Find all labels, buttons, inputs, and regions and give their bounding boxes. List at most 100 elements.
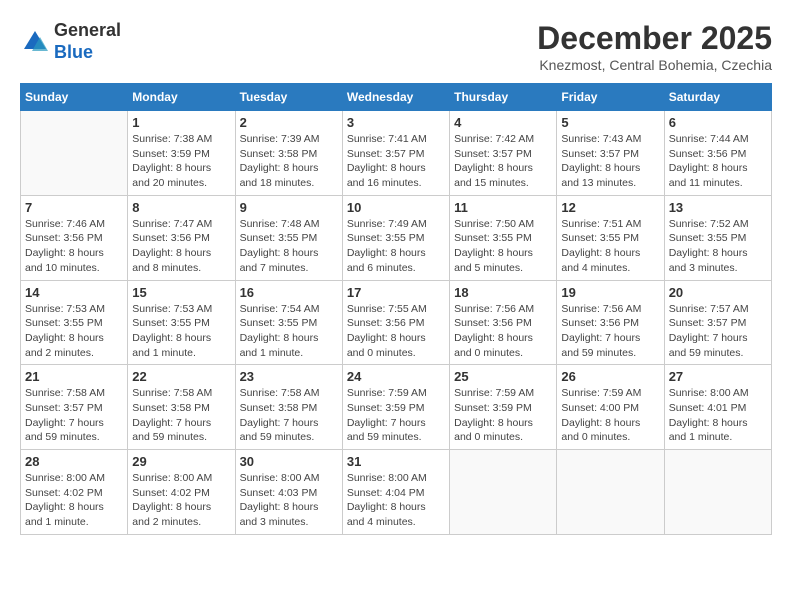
day-number: 19 xyxy=(561,285,659,300)
weekday-header-row: SundayMondayTuesdayWednesdayThursdayFrid… xyxy=(21,84,772,111)
day-number: 30 xyxy=(240,454,338,469)
calendar-cell: 13 Sunrise: 7:52 AMSunset: 3:55 PMDayligh… xyxy=(664,195,771,280)
day-number: 4 xyxy=(454,115,552,130)
day-info: Sunrise: 7:47 AMSunset: 3:56 PMDaylight:… xyxy=(132,217,230,276)
day-info: Sunrise: 8:00 AMSunset: 4:01 PMDaylight:… xyxy=(669,386,767,445)
calendar-cell: 29 Sunrise: 8:00 AMSunset: 4:02 PMDayligh… xyxy=(128,450,235,535)
calendar-cell: 25 Sunrise: 7:59 AMSunset: 3:59 PMDayligh… xyxy=(450,365,557,450)
calendar-cell: 16Sunrise: 7:54 AMSunset: 3:55 PMDayligh… xyxy=(235,280,342,365)
day-number: 7 xyxy=(25,200,123,215)
day-number: 8 xyxy=(132,200,230,215)
day-info: Sunrise: 7:50 AMSunset: 3:55 PMDaylight:… xyxy=(454,217,552,276)
day-number: 2 xyxy=(240,115,338,130)
weekday-header-wednesday: Wednesday xyxy=(342,84,449,111)
calendar-cell: 8 Sunrise: 7:47 AMSunset: 3:56 PMDaylight… xyxy=(128,195,235,280)
calendar-cell: 5 Sunrise: 7:43 AMSunset: 3:57 PMDaylight… xyxy=(557,111,664,196)
calendar-cell xyxy=(450,450,557,535)
calendar-cell: 20 Sunrise: 7:57 AMSunset: 3:57 PMDayligh… xyxy=(664,280,771,365)
calendar-cell xyxy=(664,450,771,535)
day-info: Sunrise: 7:46 AMSunset: 3:56 PMDaylight:… xyxy=(25,217,123,276)
week-row-4: 21 Sunrise: 7:58 AMSunset: 3:57 PMDayligh… xyxy=(21,365,772,450)
day-info: Sunrise: 7:51 AMSunset: 3:55 PMDaylight:… xyxy=(561,217,659,276)
calendar-cell: 14Sunrise: 7:53 AMSunset: 3:55 PMDayligh… xyxy=(21,280,128,365)
week-row-1: 1 Sunrise: 7:38 AMSunset: 3:59 PMDaylight… xyxy=(21,111,772,196)
day-info: Sunrise: 8:00 AMSunset: 4:02 PMDaylight:… xyxy=(25,471,123,530)
day-number: 25 xyxy=(454,369,552,384)
day-number: 24 xyxy=(347,369,445,384)
day-info: Sunrise: 7:43 AMSunset: 3:57 PMDaylight:… xyxy=(561,132,659,191)
weekday-header-sunday: Sunday xyxy=(21,84,128,111)
day-info: Sunrise: 7:59 AMSunset: 4:00 PMDaylight:… xyxy=(561,386,659,445)
day-number: 21 xyxy=(25,369,123,384)
day-number: 20 xyxy=(669,285,767,300)
week-row-5: 28 Sunrise: 8:00 AMSunset: 4:02 PMDayligh… xyxy=(21,450,772,535)
day-info: Sunrise: 7:56 AMSunset: 3:56 PMDaylight:… xyxy=(561,302,659,361)
day-info: Sunrise: 7:59 AMSunset: 3:59 PMDaylight:… xyxy=(454,386,552,445)
day-info: Sunrise: 8:00 AMSunset: 4:03 PMDaylight:… xyxy=(240,471,338,530)
weekday-header-tuesday: Tuesday xyxy=(235,84,342,111)
day-info: Sunrise: 7:58 AMSunset: 3:58 PMDaylight:… xyxy=(240,386,338,445)
day-number: 14 xyxy=(25,285,123,300)
day-number: 10 xyxy=(347,200,445,215)
day-number: 11 xyxy=(454,200,552,215)
logo-icon xyxy=(20,27,50,57)
day-number: 28 xyxy=(25,454,123,469)
calendar-cell: 24 Sunrise: 7:59 AMSunset: 3:59 PMDayligh… xyxy=(342,365,449,450)
day-info: Sunrise: 7:59 AMSunset: 3:59 PMDaylight:… xyxy=(347,386,445,445)
calendar-cell: 6 Sunrise: 7:44 AMSunset: 3:56 PMDaylight… xyxy=(664,111,771,196)
day-info: Sunrise: 8:00 AMSunset: 4:04 PMDaylight:… xyxy=(347,471,445,530)
day-number: 16 xyxy=(240,285,338,300)
day-info: Sunrise: 7:49 AMSunset: 3:55 PMDaylight:… xyxy=(347,217,445,276)
calendar-cell: 17Sunrise: 7:55 AMSunset: 3:56 PMDayligh… xyxy=(342,280,449,365)
calendar-cell: 3 Sunrise: 7:41 AMSunset: 3:57 PMDaylight… xyxy=(342,111,449,196)
day-info: Sunrise: 7:55 AMSunset: 3:56 PMDaylight:… xyxy=(347,302,445,361)
day-info: Sunrise: 7:52 AMSunset: 3:55 PMDaylight:… xyxy=(669,217,767,276)
day-number: 29 xyxy=(132,454,230,469)
calendar-cell: 12 Sunrise: 7:51 AMSunset: 3:55 PMDayligh… xyxy=(557,195,664,280)
weekday-header-saturday: Saturday xyxy=(664,84,771,111)
weekday-header-monday: Monday xyxy=(128,84,235,111)
title-block: December 2025 Knezmost, Central Bohemia,… xyxy=(537,20,772,73)
day-number: 1 xyxy=(132,115,230,130)
calendar-cell: 18Sunrise: 7:56 AMSunset: 3:56 PMDayligh… xyxy=(450,280,557,365)
calendar-cell: 28 Sunrise: 8:00 AMSunset: 4:02 PMDayligh… xyxy=(21,450,128,535)
calendar-cell: 19 Sunrise: 7:56 AMSunset: 3:56 PMDayligh… xyxy=(557,280,664,365)
logo: General Blue xyxy=(20,20,121,63)
day-number: 23 xyxy=(240,369,338,384)
day-number: 12 xyxy=(561,200,659,215)
week-row-2: 7 Sunrise: 7:46 AMSunset: 3:56 PMDaylight… xyxy=(21,195,772,280)
calendar-cell: 27 Sunrise: 8:00 AMSunset: 4:01 PMDayligh… xyxy=(664,365,771,450)
location: Knezmost, Central Bohemia, Czechia xyxy=(537,57,772,73)
day-info: Sunrise: 7:48 AMSunset: 3:55 PMDaylight:… xyxy=(240,217,338,276)
logo-general: General xyxy=(54,20,121,42)
calendar-cell: 30 Sunrise: 8:00 AMSunset: 4:03 PMDayligh… xyxy=(235,450,342,535)
calendar-cell: 1 Sunrise: 7:38 AMSunset: 3:59 PMDaylight… xyxy=(128,111,235,196)
calendar-cell: 10 Sunrise: 7:49 AMSunset: 3:55 PMDayligh… xyxy=(342,195,449,280)
day-info: Sunrise: 7:58 AMSunset: 3:57 PMDaylight:… xyxy=(25,386,123,445)
day-number: 27 xyxy=(669,369,767,384)
day-info: Sunrise: 7:56 AMSunset: 3:56 PMDaylight:… xyxy=(454,302,552,361)
day-info: Sunrise: 7:41 AMSunset: 3:57 PMDaylight:… xyxy=(347,132,445,191)
day-info: Sunrise: 8:00 AMSunset: 4:02 PMDaylight:… xyxy=(132,471,230,530)
calendar-cell: 2Sunrise: 7:39 AMSunset: 3:58 PMDaylight… xyxy=(235,111,342,196)
month-title: December 2025 xyxy=(537,20,772,57)
day-number: 26 xyxy=(561,369,659,384)
calendar-cell: 22 Sunrise: 7:58 AMSunset: 3:58 PMDayligh… xyxy=(128,365,235,450)
day-number: 31 xyxy=(347,454,445,469)
calendar-table: SundayMondayTuesdayWednesdayThursdayFrid… xyxy=(20,83,772,535)
day-number: 6 xyxy=(669,115,767,130)
day-info: Sunrise: 7:57 AMSunset: 3:57 PMDaylight:… xyxy=(669,302,767,361)
day-number: 22 xyxy=(132,369,230,384)
day-number: 13 xyxy=(669,200,767,215)
calendar-cell: 26 Sunrise: 7:59 AMSunset: 4:00 PMDayligh… xyxy=(557,365,664,450)
day-number: 5 xyxy=(561,115,659,130)
calendar-cell: 31 Sunrise: 8:00 AMSunset: 4:04 PMDayligh… xyxy=(342,450,449,535)
calendar-cell: 11 Sunrise: 7:50 AMSunset: 3:55 PMDayligh… xyxy=(450,195,557,280)
day-info: Sunrise: 7:58 AMSunset: 3:58 PMDaylight:… xyxy=(132,386,230,445)
day-info: Sunrise: 7:38 AMSunset: 3:59 PMDaylight:… xyxy=(132,132,230,191)
calendar-cell: 21 Sunrise: 7:58 AMSunset: 3:57 PMDayligh… xyxy=(21,365,128,450)
day-info: Sunrise: 7:42 AMSunset: 3:57 PMDaylight:… xyxy=(454,132,552,191)
week-row-3: 14Sunrise: 7:53 AMSunset: 3:55 PMDayligh… xyxy=(21,280,772,365)
day-info: Sunrise: 7:44 AMSunset: 3:56 PMDaylight:… xyxy=(669,132,767,191)
day-number: 3 xyxy=(347,115,445,130)
